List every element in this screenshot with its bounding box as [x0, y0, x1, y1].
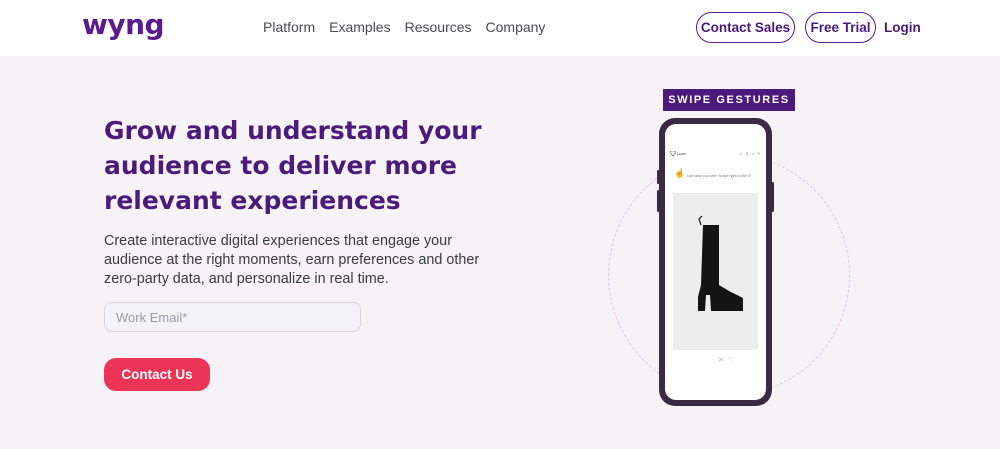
- screen-nav-icons: ⌂ ♙ ○ ≡: [739, 150, 761, 156]
- nav-link-company[interactable]: Company: [486, 19, 546, 35]
- phone-screen: Luxe ⌂ ♙ ○ ≡ ☝ Like what you see? Swipe …: [665, 124, 766, 400]
- contact-us-button[interactable]: Contact Us: [104, 358, 210, 391]
- nav-link-resources[interactable]: Resources: [405, 19, 472, 35]
- screen-brand-label: Luxe: [677, 150, 686, 156]
- nav-link-examples[interactable]: Examples: [329, 19, 390, 35]
- phone-mockup: Luxe ⌂ ♙ ○ ≡ ☝ Like what you see? Swipe …: [657, 118, 774, 406]
- swipe-feedback-icons: ✕ ♡: [718, 357, 736, 364]
- boot-image: [698, 215, 743, 311]
- primary-nav: Platform Examples Resources Company: [263, 19, 545, 35]
- hero-headline: Grow and understand your audience to del…: [104, 116, 482, 215]
- wyng-logo[interactable]: wyng: [82, 8, 165, 41]
- work-email-input[interactable]: [104, 302, 361, 332]
- hero-section: Grow and understand your audience to del…: [0, 56, 1000, 449]
- swipe-gestures-badge: SWIPE GESTURES: [663, 89, 795, 111]
- screen-header: Luxe ⌂ ♙ ○ ≡: [670, 148, 761, 158]
- top-navigation: wyng Platform Examples Resources Company…: [0, 0, 1000, 56]
- login-link[interactable]: Login: [884, 20, 921, 35]
- nav-link-platform[interactable]: Platform: [263, 19, 315, 35]
- free-trial-button[interactable]: Free Trial: [805, 12, 876, 43]
- hero-subtext: Create interactive digital experiences t…: [104, 233, 480, 287]
- product-card: [673, 193, 758, 350]
- phone-side-button: [771, 182, 774, 212]
- diamond-icon: [670, 150, 676, 156]
- contact-sales-button[interactable]: Contact Sales: [696, 12, 795, 43]
- swipe-tip-text: Like what you see? Swipe right to like i…: [687, 174, 751, 178]
- phone-side-button: [657, 190, 660, 212]
- screen-brand: Luxe: [670, 150, 686, 156]
- swipe-hand-icon: ☝: [674, 168, 686, 178]
- phone-side-button: [657, 170, 660, 184]
